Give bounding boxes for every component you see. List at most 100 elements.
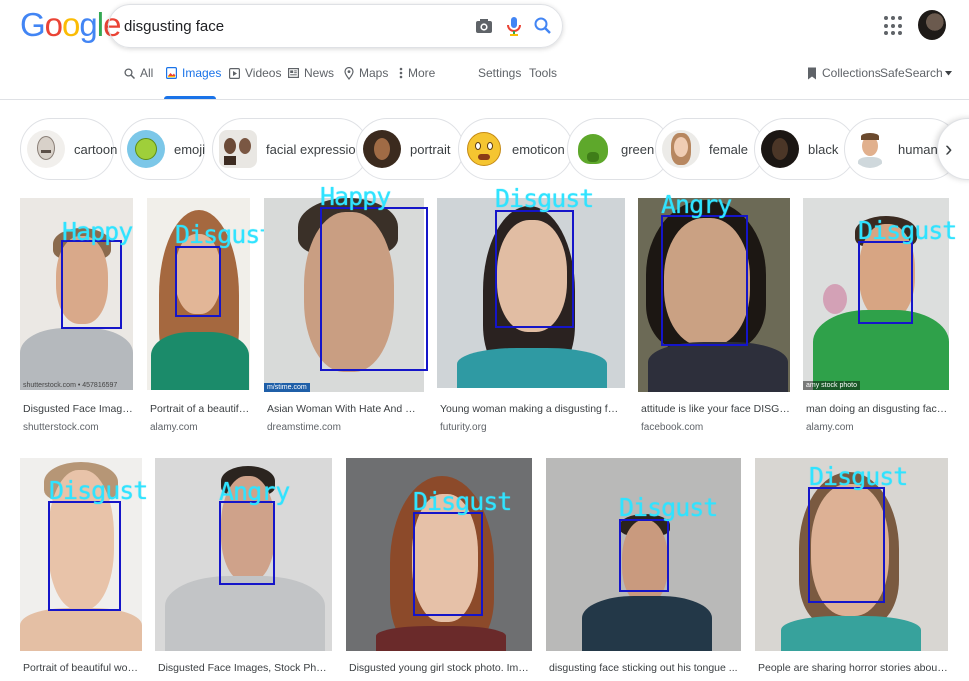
emotion-label: Happy (62, 217, 133, 246)
tab-videos[interactable]: Videos (229, 66, 281, 80)
microphone-icon[interactable] (503, 15, 525, 37)
header: Google disgusting face All Images Videos (0, 0, 969, 100)
emotion-label: Angry (661, 190, 732, 219)
emotion-label: Angry (219, 477, 290, 506)
result-caption[interactable]: People are sharing horror stories about … (758, 662, 948, 674)
chip-label: female (709, 141, 749, 157)
dots-vertical-icon (399, 67, 403, 79)
chip-label: human (898, 141, 938, 157)
tab-all[interactable]: All (124, 66, 153, 80)
tab-label: Maps (359, 66, 389, 80)
chip-emoji[interactable]: emoji (120, 118, 205, 180)
result-source[interactable]: alamy.com (150, 422, 198, 433)
result-caption[interactable]: Disgusted Face Images, S... (23, 403, 136, 415)
result-source[interactable]: facebook.com (641, 422, 703, 433)
chip-thumbnail (465, 130, 503, 168)
logo-letter: g (79, 6, 97, 43)
tab-label: More (408, 66, 436, 80)
chip-thumbnail (127, 130, 165, 168)
result-caption[interactable]: attitude is like your face DISGUSTI... (641, 403, 791, 415)
tab-label: Images (182, 66, 222, 80)
face-detection-box (495, 210, 574, 328)
result-source[interactable]: futurity.org (440, 422, 487, 433)
face-detection-box (48, 501, 121, 611)
result-tile[interactable]: amy stock photo Disgust man doing an dis… (803, 198, 957, 438)
camera-icon[interactable] (473, 15, 495, 37)
result-tile[interactable]: Angry attitude is like your face DISGUST… (638, 192, 791, 438)
logo-letter: G (20, 6, 46, 43)
result-tile[interactable]: Disgust People are sharing horror storie… (755, 458, 948, 678)
safesearch-dropdown[interactable]: SafeSearch (880, 66, 952, 80)
result-caption[interactable]: Portrait of a beautiful y... (150, 403, 250, 415)
face-detection-box (175, 246, 221, 317)
result-tile[interactable]: Disgust disgusting face sticking out his… (546, 458, 741, 678)
result-tile[interactable]: Disgust Disgusted young girl stock photo… (346, 458, 532, 678)
google-logo[interactable]: Google (20, 6, 121, 44)
collections-link[interactable]: Collections (807, 66, 881, 80)
result-tile[interactable]: m/stime.com Happy Asian Woman With Hate … (264, 184, 428, 438)
pin-icon (344, 66, 354, 80)
search-icon (124, 67, 135, 79)
result-tile[interactable]: Disgust Young woman making a disgusting … (437, 186, 625, 438)
avatar[interactable] (918, 10, 946, 40)
tab-images[interactable]: Images (166, 66, 221, 80)
chip-female[interactable]: female (655, 118, 765, 180)
result-source[interactable]: alamy.com (806, 422, 854, 433)
emotion-label: Disgust (809, 462, 908, 491)
tab-maps[interactable]: Maps (344, 66, 388, 80)
result-caption[interactable]: Disgusted Face Images, Stock Photos ... (158, 662, 330, 674)
result-tile[interactable]: Angry Disgusted Face Images, Stock Photo… (155, 458, 332, 678)
chip-black[interactable]: black (754, 118, 856, 180)
chip-label: portrait (410, 141, 451, 157)
image-watermark: shutterstock.com • 457816597 (23, 382, 118, 389)
result-source[interactable]: dreamstime.com (267, 422, 341, 433)
result-caption[interactable]: Disgusted young girl stock photo. Image … (349, 662, 531, 674)
image-icon (166, 67, 177, 79)
chip-label: emoji (174, 141, 206, 157)
result-caption[interactable]: Young woman making a disgusting face ... (440, 403, 620, 415)
play-icon (229, 67, 240, 79)
face-detection-box (619, 519, 669, 592)
result-caption[interactable]: Portrait of beautiful woman ... (23, 662, 145, 674)
settings-link[interactable]: Settings (478, 66, 521, 80)
emotion-label: Disgust (495, 184, 594, 213)
result-caption[interactable]: Asian Woman With Hate And Disgusti... (267, 403, 423, 415)
emotion-label: Disgust (858, 216, 957, 245)
result-caption[interactable]: disgusting face sticking out his tongue … (549, 662, 739, 674)
chip-emoticon[interactable]: emoticon (458, 118, 573, 180)
face-detection-box (413, 512, 483, 616)
search-icon[interactable] (532, 15, 554, 37)
result-tile[interactable]: Disgust Portrait of beautiful woman ... (20, 458, 148, 678)
emotion-label: Disgust (49, 476, 148, 505)
caret-down-icon (944, 70, 952, 75)
safesearch-label: SafeSearch (880, 66, 943, 80)
chip-thumbnail (761, 130, 799, 168)
chip-cartoon[interactable]: cartoon (20, 118, 117, 180)
tab-more[interactable]: More (399, 66, 435, 80)
logo-letter: o (44, 6, 63, 43)
collections-label: Collections (822, 66, 881, 80)
face-detection-box (808, 487, 885, 603)
chip-facial-expression[interactable]: facial expression (212, 118, 369, 180)
tab-label: Videos (245, 66, 282, 80)
result-tile[interactable]: shutterstock.com • 457816597 Happy Disgu… (20, 198, 136, 438)
search-input[interactable]: disgusting face (124, 18, 224, 35)
tab-news[interactable]: News (288, 66, 334, 80)
newspaper-icon (288, 68, 299, 78)
emotion-label: Happy (320, 182, 391, 211)
face-detection-box (61, 240, 122, 329)
chip-thumbnail (851, 130, 889, 168)
apps-grid-icon[interactable] (884, 16, 904, 36)
chip-label: facial expression (266, 141, 363, 157)
tools-label: Tools (529, 66, 558, 80)
result-tile[interactable]: Disgust Portrait of a beautiful y... ala… (147, 198, 274, 438)
search-box[interactable]: disgusting face (108, 4, 563, 48)
image-watermark: m/stime.com (264, 383, 310, 392)
active-tab-indicator (164, 96, 216, 99)
result-caption[interactable]: man doing an disgusting face whil... (806, 403, 949, 415)
chip-thumbnail (219, 130, 257, 168)
bookmark-icon (808, 67, 816, 79)
result-source[interactable]: shutterstock.com (23, 422, 99, 433)
tools-link[interactable]: Tools (529, 66, 557, 80)
chip-portrait[interactable]: portrait (356, 118, 464, 180)
